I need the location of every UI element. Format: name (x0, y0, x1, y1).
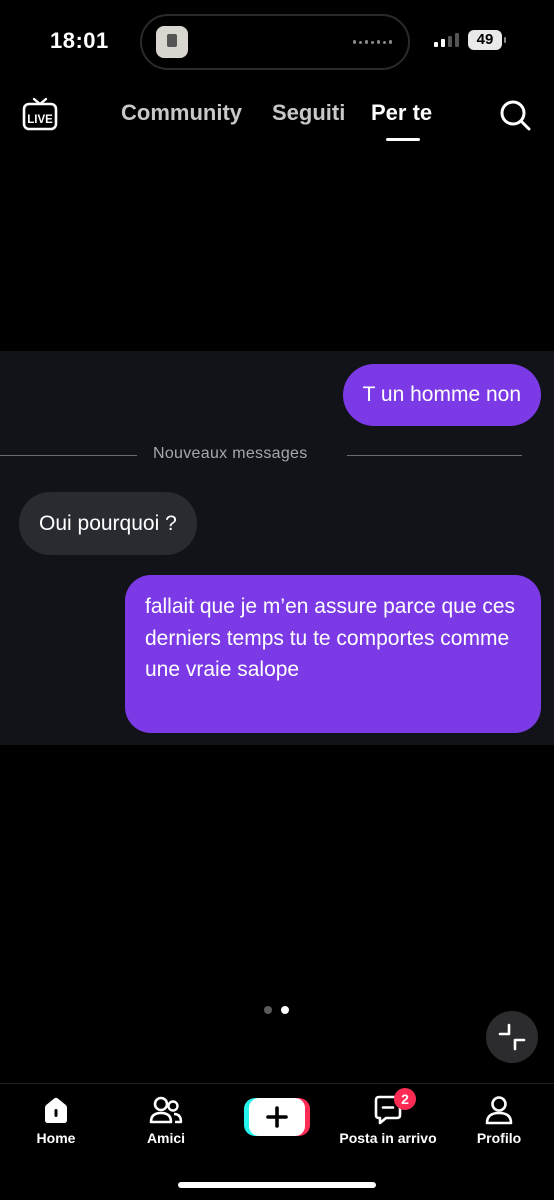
nav-home-label: Home (36, 1130, 76, 1146)
collapse-icon (498, 1023, 526, 1051)
profile-icon (485, 1096, 513, 1125)
nav-inbox[interactable]: 2 Posta in arrivo (336, 1088, 440, 1146)
home-icon (45, 1097, 67, 1123)
carousel-dots (264, 1006, 289, 1014)
tab-per-te[interactable]: Per te (371, 100, 432, 126)
signal-icon (434, 33, 459, 47)
tab-community[interactable]: Community (121, 100, 242, 126)
nav-inbox-label: Posta in arrivo (339, 1130, 437, 1146)
live-label: LIVE (27, 114, 53, 126)
message-bubble-incoming: Oui pourquoi ? (19, 492, 197, 555)
message-bubble-outgoing: fallait que je m’en assure parce que ces… (125, 575, 541, 733)
create-button[interactable] (244, 1098, 310, 1136)
carousel-dot[interactable] (264, 1006, 272, 1014)
island-app-icon (156, 26, 188, 58)
battery-level: 49 (476, 31, 494, 48)
friends-icon (149, 1096, 183, 1124)
collapse-button[interactable] (486, 1011, 538, 1063)
home-indicator[interactable] (178, 1182, 376, 1188)
divider-line (0, 455, 137, 456)
search-icon (500, 100, 531, 131)
tab-seguiti[interactable]: Seguiti (272, 100, 345, 126)
live-tv-icon: LIVE (22, 97, 58, 131)
carousel-dot-active[interactable] (281, 1006, 289, 1014)
divider-line (347, 455, 522, 456)
audio-wave-icon (353, 40, 392, 44)
new-messages-divider: Nouveaux messages (0, 444, 554, 466)
nav-amici[interactable]: Amici (136, 1094, 196, 1146)
status-time: 18:01 (50, 28, 109, 53)
create-plus-icon (266, 1106, 288, 1128)
live-button[interactable]: LIVE (22, 96, 58, 132)
top-nav: LIVE Community Seguiti Per te (0, 82, 554, 146)
battery-icon: 49 (468, 30, 506, 50)
nav-profilo[interactable]: Profilo (470, 1094, 528, 1146)
nav-home[interactable]: Home (28, 1094, 84, 1146)
nav-profilo-label: Profilo (476, 1130, 522, 1146)
nav-amici-label: Amici (146, 1130, 186, 1146)
dynamic-island[interactable] (140, 14, 410, 70)
status-bar: 18:01 49 (0, 0, 554, 82)
screen: 18:01 49 LIVE Community Seguiti Per te T… (0, 0, 554, 1200)
search-button[interactable] (498, 98, 532, 132)
divider-label: Nouveaux messages (153, 445, 308, 462)
message-bubble-outgoing: T un homme non (342, 364, 541, 426)
inbox-badge: 2 (394, 1088, 416, 1110)
chat-screenshot: T un homme non Nouveaux messages Oui pou… (0, 351, 554, 745)
active-tab-indicator (386, 138, 420, 141)
